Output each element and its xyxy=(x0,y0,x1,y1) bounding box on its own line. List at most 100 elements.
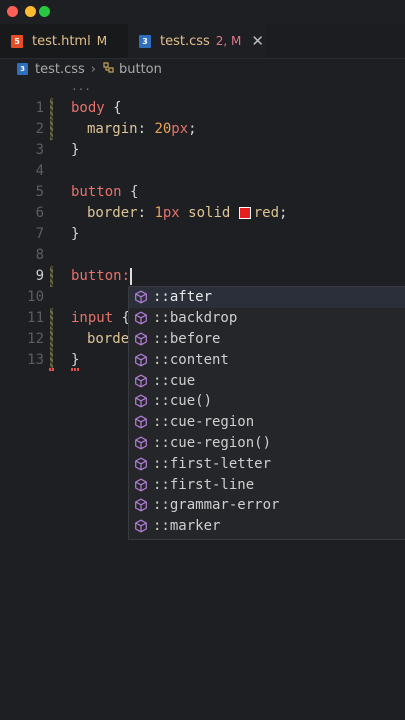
suggestion-label: ::cue-region() xyxy=(153,434,272,451)
property-cube-icon xyxy=(134,457,148,471)
property-cube-icon xyxy=(134,478,148,492)
modified-gutter-marker xyxy=(50,308,53,329)
code-line: 8 xyxy=(0,245,405,266)
css-number: 20 xyxy=(154,121,172,137)
line-number: 3 xyxy=(35,142,44,158)
css-unit: px xyxy=(171,121,189,137)
modified-gutter-marker xyxy=(50,119,53,140)
property-cube-icon xyxy=(134,436,148,450)
suggestion-item[interactable]: ::first-letter xyxy=(129,453,405,474)
line-number: 5 xyxy=(35,184,44,200)
punctuation: { xyxy=(121,184,139,200)
property-cube-icon xyxy=(134,394,148,408)
code-line-current: 9 button: xyxy=(0,266,405,287)
css-selector: input xyxy=(71,310,114,326)
punctuation: : xyxy=(137,205,155,221)
css3-icon: 3 xyxy=(17,63,28,75)
css-selector: body xyxy=(71,100,105,116)
breadcrumb-file[interactable]: test.css xyxy=(35,62,85,77)
punctuation: ; xyxy=(188,121,197,137)
css-unit: px xyxy=(162,205,180,221)
suggestion-item[interactable]: ::content xyxy=(129,349,405,370)
line-number: 13 xyxy=(27,352,44,368)
property-cube-icon xyxy=(134,353,148,367)
close-window-button[interactable] xyxy=(7,6,18,17)
suggestion-item[interactable]: ::cue-region() xyxy=(129,433,405,454)
suggestion-label: ::backdrop xyxy=(153,310,238,327)
symbol-class-icon xyxy=(102,61,115,77)
code-text: } xyxy=(71,140,79,161)
folded-ellipsis: ... xyxy=(71,80,91,93)
line-number: 4 xyxy=(35,163,44,179)
punctuation: } xyxy=(71,226,80,242)
property-cube-icon xyxy=(134,290,148,304)
suggestion-label: ::cue-region xyxy=(153,414,255,431)
css-property: border xyxy=(87,205,138,221)
tab-label: test.html xyxy=(32,33,91,49)
line-number: 8 xyxy=(35,247,44,263)
line-number: 9 xyxy=(35,268,44,284)
tab-bar: 5 test.html M 3 test.css 2, M ✕ xyxy=(0,24,405,59)
tab-test-css[interactable]: 3 test.css 2, M ✕ xyxy=(128,24,266,58)
punctuation: ; xyxy=(279,205,288,221)
suggestion-label: ::marker xyxy=(153,518,221,535)
breadcrumb-symbol[interactable]: button xyxy=(119,62,162,77)
css-selector: button xyxy=(71,268,122,284)
punctuation: { xyxy=(104,100,122,116)
color-swatch[interactable] xyxy=(238,207,251,219)
css-number: 1 xyxy=(154,205,163,221)
suggestion-item[interactable]: ::cue-region xyxy=(129,412,405,433)
tab-problems-badge: 2, M xyxy=(215,34,242,48)
suggestion-item[interactable]: ::cue() xyxy=(129,391,405,412)
modified-gutter-marker xyxy=(50,329,53,350)
suggestion-item[interactable]: ::backdrop xyxy=(129,308,405,329)
line-number: 2 xyxy=(35,121,44,137)
code-text: borde xyxy=(87,329,129,350)
css3-icon: 3 xyxy=(139,34,151,48)
code-line: 7 } xyxy=(0,224,405,245)
punctuation: : xyxy=(121,268,131,284)
punctuation: : xyxy=(137,121,155,137)
line-number: 10 xyxy=(27,289,44,305)
breadcrumb: 3 test.css › button xyxy=(0,58,405,80)
code-line: 5 button { xyxy=(0,182,405,203)
property-cube-icon xyxy=(134,374,148,388)
code-text: body { xyxy=(71,98,122,119)
code-line: 6 border: 1px solid red; xyxy=(0,203,405,224)
line-number: 12 xyxy=(27,331,44,347)
suggestion-item[interactable]: ::cue xyxy=(129,370,405,391)
suggestion-item[interactable]: ::first-line xyxy=(129,474,405,495)
tab-modified-badge: M xyxy=(96,34,108,48)
zoom-window-button[interactable] xyxy=(39,6,50,17)
error-squiggle xyxy=(71,368,80,371)
code-text: } xyxy=(71,224,79,245)
title-bar xyxy=(0,0,405,24)
suggestion-item[interactable]: ::marker xyxy=(129,516,405,537)
line-number: 11 xyxy=(27,310,44,326)
code-text: button: xyxy=(71,266,133,287)
tab-label: test.css xyxy=(160,33,210,49)
css-value: red xyxy=(253,205,280,221)
error-squiggle xyxy=(49,368,55,371)
code-text: button { xyxy=(71,182,138,203)
suggestion-item[interactable]: ::before xyxy=(129,329,405,350)
autocomplete-suggestions[interactable]: ::after::backdrop::before::content::cue:… xyxy=(128,286,405,540)
tab-test-html[interactable]: 5 test.html M xyxy=(0,24,128,58)
property-cube-icon xyxy=(134,498,148,512)
line-number: 1 xyxy=(35,100,44,116)
minimize-window-button[interactable] xyxy=(25,6,36,17)
css-value: solid xyxy=(179,205,239,221)
suggestion-label: ::first-letter xyxy=(153,455,272,472)
suggestion-label: ::content xyxy=(153,351,229,368)
suggestion-item[interactable]: ::grammar-error xyxy=(129,495,405,516)
line-number: 7 xyxy=(35,226,44,242)
code-line: 2 margin: 20px; xyxy=(0,119,405,140)
code-line: 3 } xyxy=(0,140,405,161)
html5-icon: 5 xyxy=(11,34,23,48)
css-property: borde xyxy=(87,331,130,347)
line-number: 6 xyxy=(35,205,44,221)
code-line: 4 xyxy=(0,161,405,182)
suggestion-item[interactable]: ::after xyxy=(129,287,405,308)
css-selector: button xyxy=(71,184,122,200)
close-icon[interactable]: ✕ xyxy=(251,32,264,50)
